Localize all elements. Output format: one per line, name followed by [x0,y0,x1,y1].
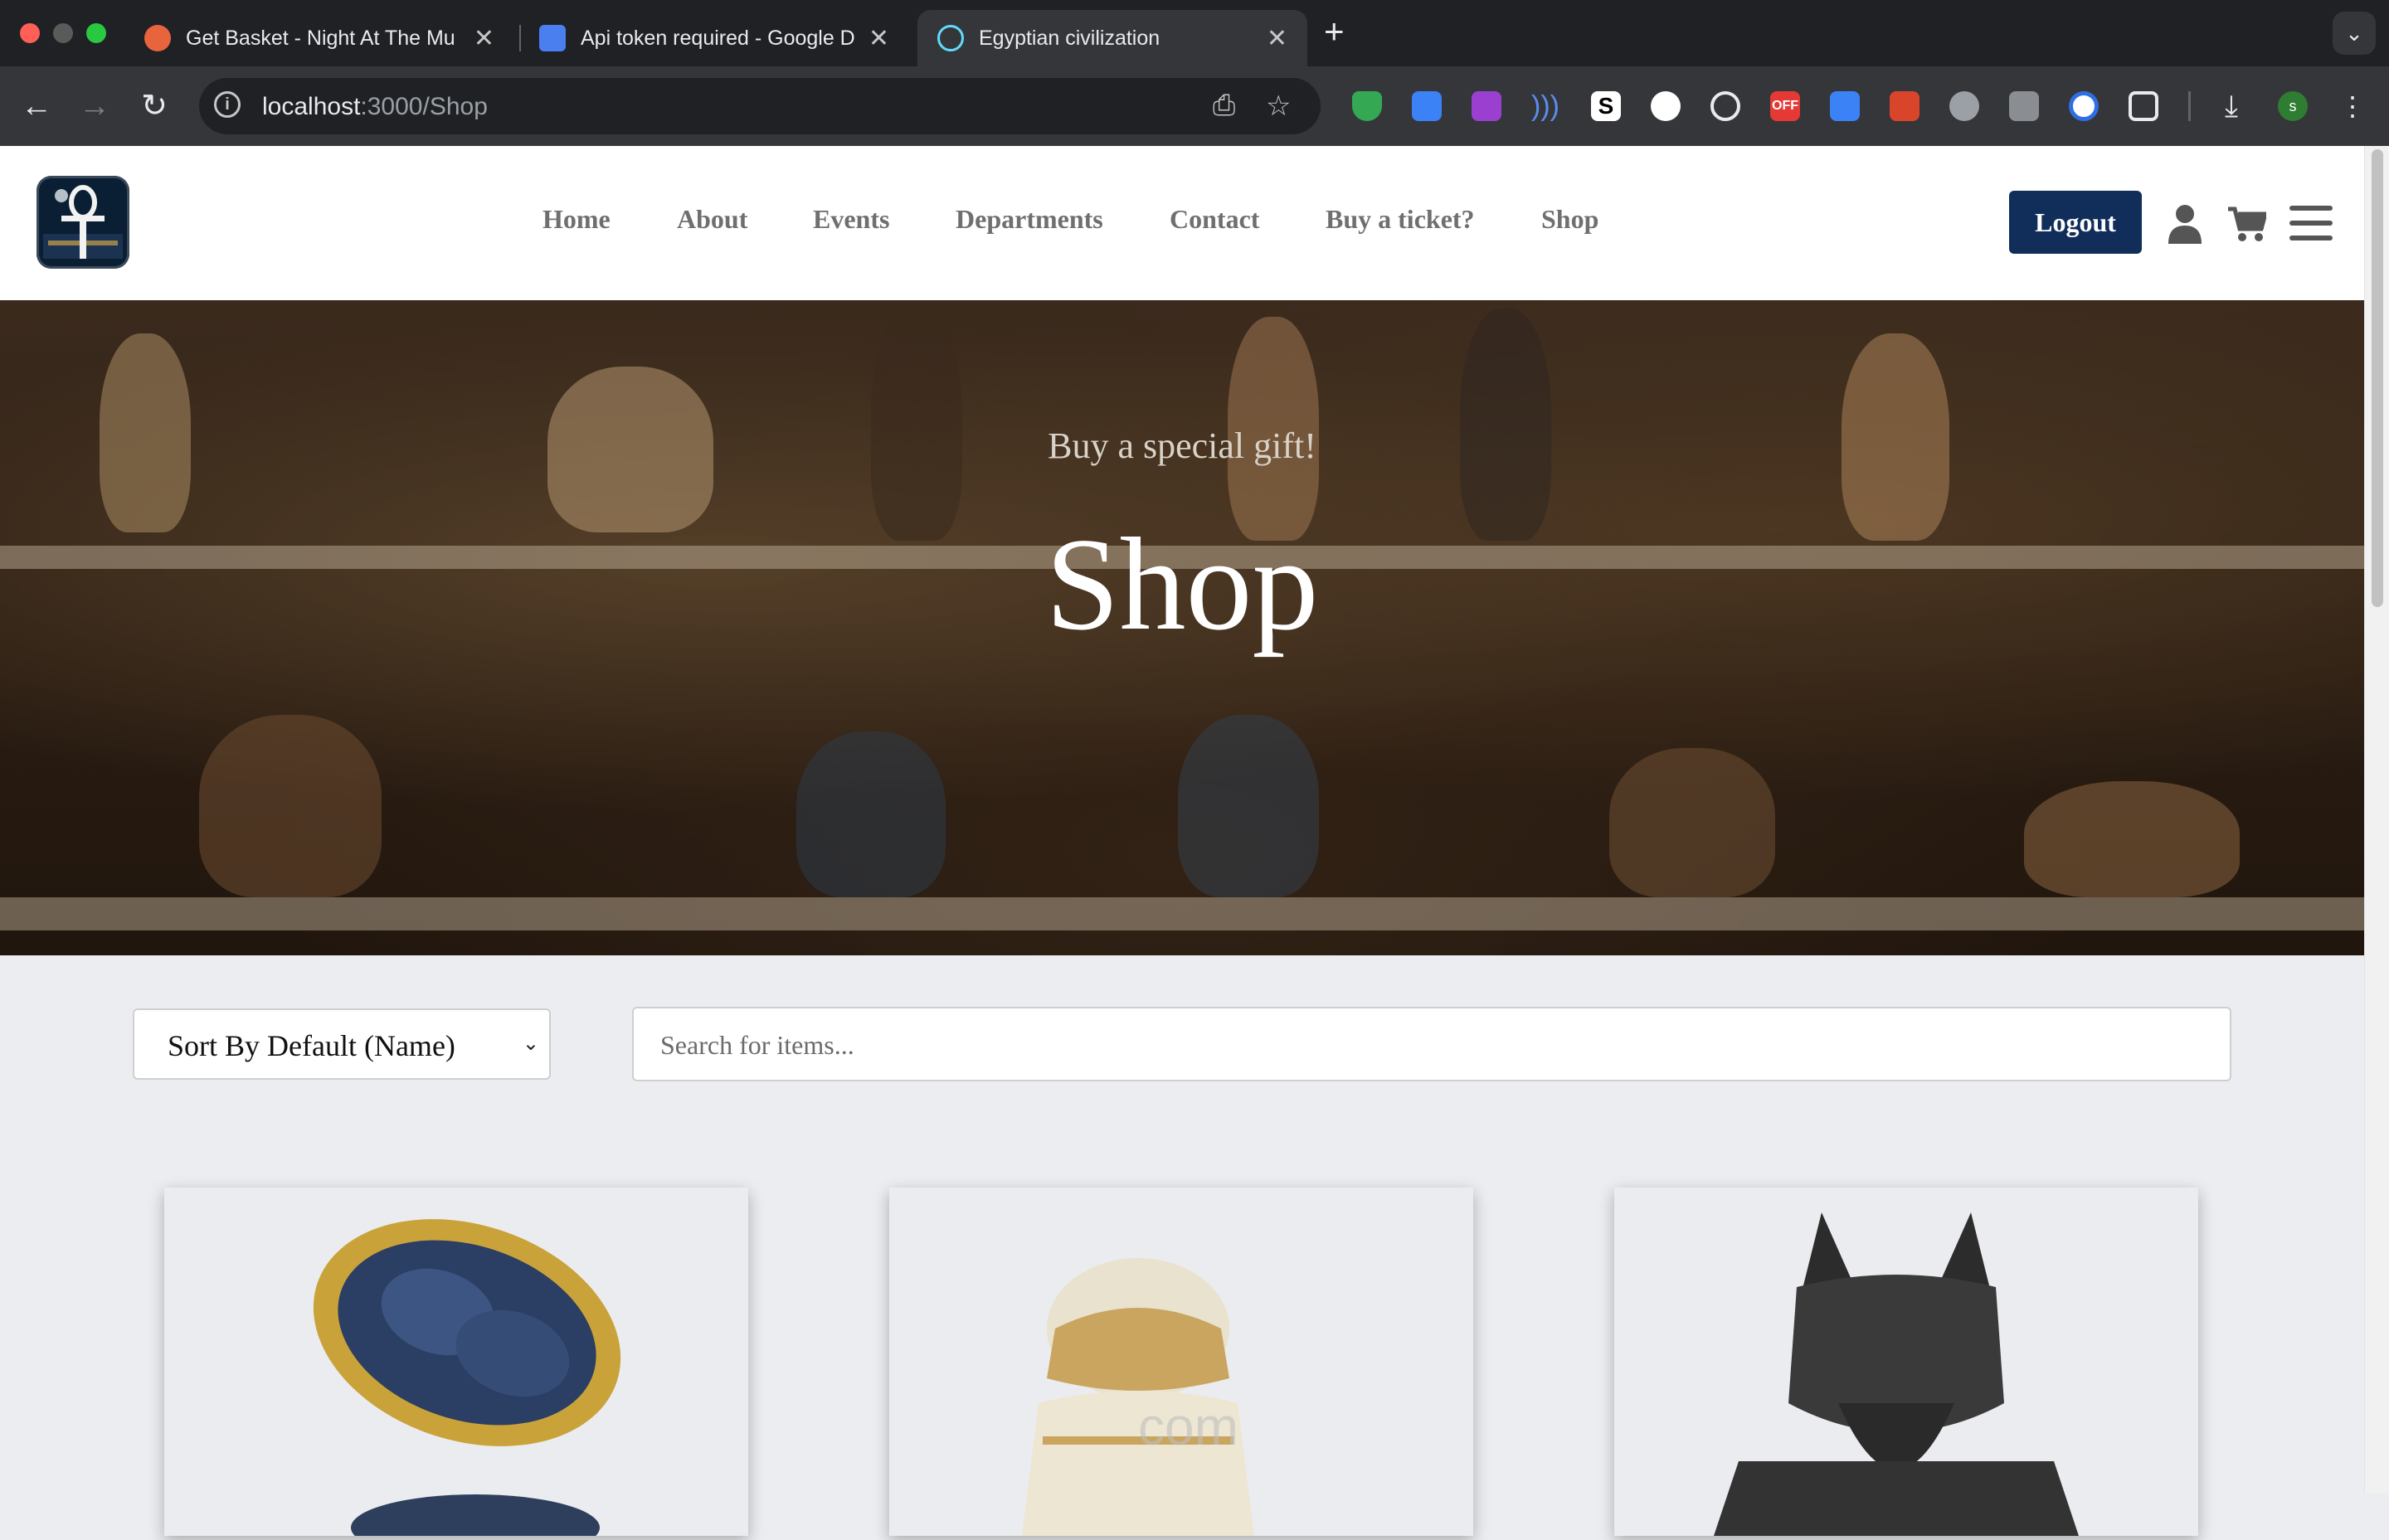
off-extension-icon[interactable]: OFF [1770,91,1800,121]
circle-extension-icon[interactable] [2069,91,2099,121]
watermark-text: com [1138,1397,1238,1456]
canopic-jar-image: com [1022,1258,1254,1536]
hamburger-menu-icon[interactable] [2289,206,2333,240]
browser-tab-egyptian-civilization[interactable]: Egyptian civilization ✕ [917,10,1307,66]
leaf-extension-icon[interactable] [1949,91,1979,121]
tab-title: Get Basket - Night At The Mu [186,26,455,50]
a-extension-icon[interactable] [1651,91,1681,121]
browser-tab-get-basket[interactable]: Get Basket - Night At The Mu ✕ [124,10,514,66]
hero-title: Shop [1045,510,1319,658]
product-card-anubis[interactable] [1614,1188,2198,1536]
url-text: localhost:3000/Shop [262,93,488,121]
google-docs-favicon-icon [539,25,566,51]
camera-extension-icon[interactable] [2009,91,2039,121]
nav-link-events[interactable]: Events [813,204,889,235]
scrollbar-thumb[interactable] [2372,149,2383,607]
url-path: :3000/Shop [360,93,488,120]
puzzle-extensions-icon[interactable] [2129,91,2158,121]
bookmark-star-icon[interactable]: ☆ [1266,90,1291,123]
react-favicon-icon [937,25,964,51]
nav-link-buy-ticket[interactable]: Buy a ticket? [1326,204,1475,235]
s-extension-icon[interactable]: S [1591,91,1621,121]
vase-decoration [796,731,946,897]
vase-decoration [2024,781,2240,897]
sort-selected-value: Sort By Default (Name) [168,1029,455,1062]
browser-menu-icon[interactable]: ⋮ [2338,91,2367,121]
window-minimize-button[interactable] [53,23,73,43]
shield-extension-icon[interactable] [1352,91,1382,121]
nav-link-contact[interactable]: Contact [1170,204,1259,235]
browser-tab-bar: Get Basket - Night At The Mu ✕ Api token… [0,0,2389,66]
cart-icon[interactable] [2228,206,2266,242]
anubis-statue-image [1714,1212,2079,1536]
browser-toolbar: ← → ↻ i localhost:3000/Shop ⎙ ☆ ))) S OF… [0,66,2389,146]
purple-extension-icon[interactable] [1472,91,1501,121]
install-app-icon[interactable]: ⎙ [1213,90,1235,122]
download-icon[interactable]: ⤓ [2216,91,2246,121]
chevron-down-icon: ⌄ [522,1033,539,1055]
tab-title: Api token required - Google D [581,26,855,50]
site-info-icon[interactable]: i [214,91,241,118]
drop-extension-icon[interactable] [1412,91,1442,121]
vase-decoration [1178,715,1319,897]
site-header: Home About Events Departments Contact Bu… [0,146,2364,300]
search-input[interactable]: Search for items... [632,1007,2231,1081]
page-scrollbar[interactable] [2364,146,2389,1493]
nav-link-shop[interactable]: Shop [1541,204,1598,235]
basket-favicon-icon [144,25,171,51]
profile-avatar[interactable]: s [2278,91,2308,121]
window-close-button[interactable] [20,23,40,43]
tab-search-chevron-icon[interactable]: ⌄ [2333,12,2376,55]
vase-decoration [199,715,382,897]
ankh-symbol-icon [43,185,123,259]
tab-title: Egyptian civilization [979,26,1160,50]
vase-decoration [1609,748,1775,897]
grammarly-extension-icon[interactable] [1710,91,1740,121]
hero-banner: Buy a special gift! Shop [0,300,2364,955]
close-icon[interactable]: ✕ [1267,24,1287,53]
reload-icon[interactable]: ↻ [133,85,176,128]
user-icon[interactable] [2168,204,2202,244]
scarab-image [313,1219,621,1540]
nav-link-home[interactable]: Home [543,204,611,235]
sort-select[interactable]: Sort By Default (Name) ⌄ [133,1008,551,1080]
hero-subtitle: Buy a special gift! [1048,425,1316,466]
close-icon[interactable]: ✕ [869,24,889,53]
forward-arrow-icon[interactable]: → [73,85,116,128]
product-card-canopic-jar[interactable]: com [889,1188,1473,1536]
new-tab-icon[interactable]: + [1324,12,1345,51]
gear-extension-icon[interactable] [1830,91,1860,121]
url-host: localhost [262,93,361,120]
product-card-scarab[interactable] [164,1188,748,1540]
wave-extension-icon[interactable]: ))) [1531,91,1561,121]
nav-link-about[interactable]: About [677,204,747,235]
nav-link-departments[interactable]: Departments [956,204,1103,235]
window-maximize-button[interactable] [86,23,106,43]
close-icon[interactable]: ✕ [474,24,494,53]
address-bar[interactable]: i localhost:3000/Shop ⎙ ☆ [199,78,1321,134]
ankh-logo-icon[interactable] [36,176,129,269]
red-extension-icon[interactable] [1890,91,1919,121]
logout-button[interactable]: Logout [2009,191,2142,254]
shelf-decoration [0,897,2364,930]
toolbar-divider [2188,91,2191,121]
back-arrow-icon[interactable]: ← [15,85,58,128]
browser-tab-api-token[interactable]: Api token required - Google D ✕ [519,10,909,66]
